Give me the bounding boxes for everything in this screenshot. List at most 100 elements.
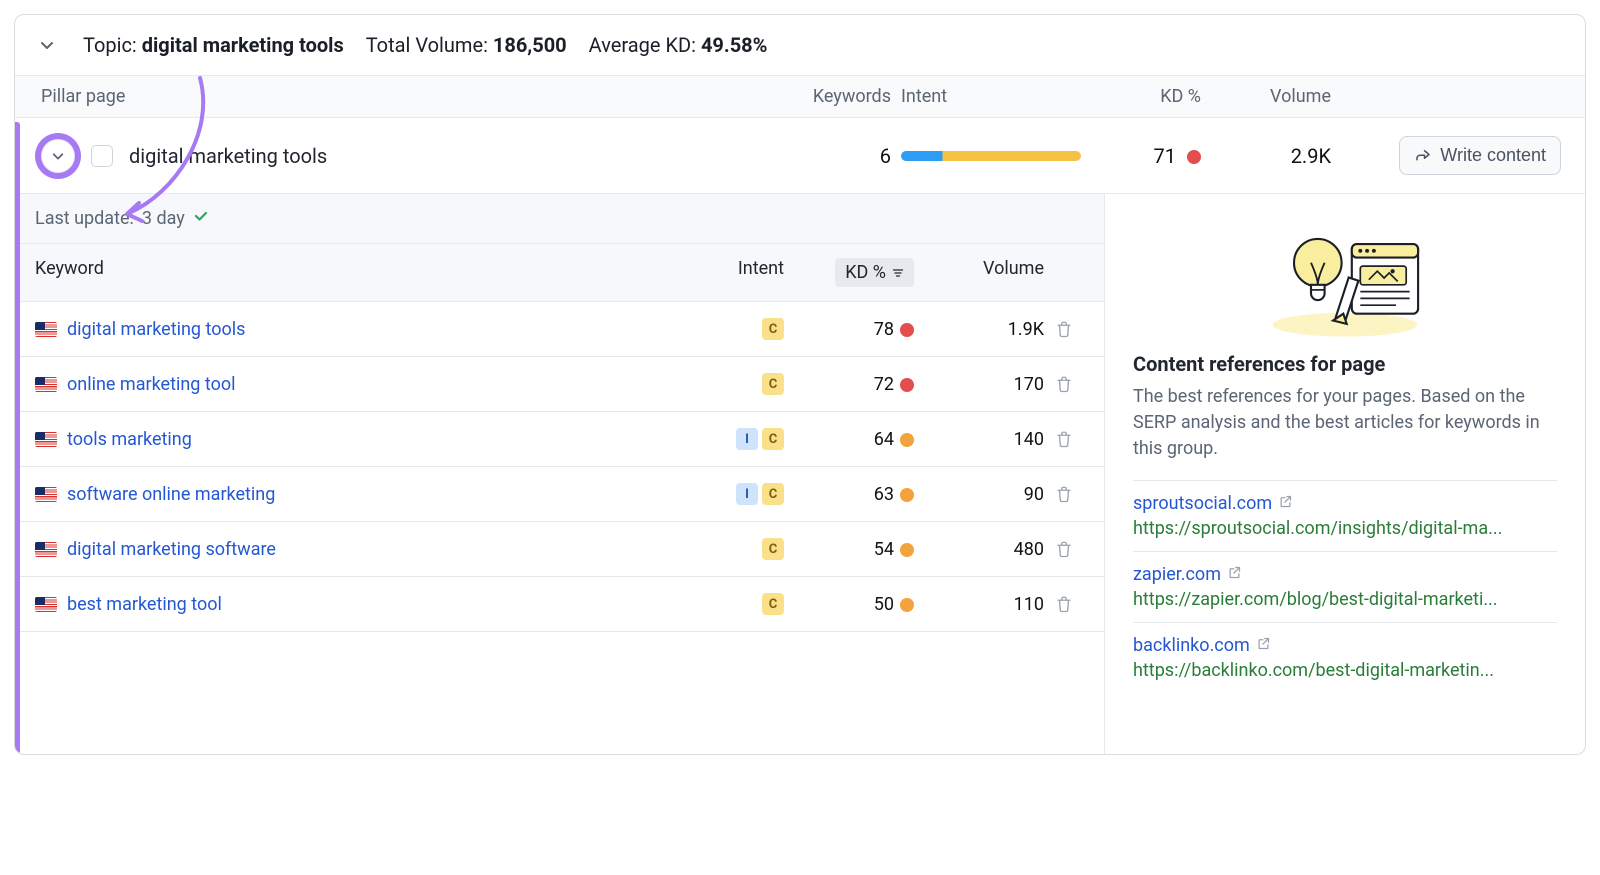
kwcol-kd[interactable]: KD % <box>784 258 914 287</box>
keyword-kd-value: 54 <box>874 539 894 560</box>
keyword-row: software online marketing IC6390 <box>15 467 1104 522</box>
trash-icon <box>1055 430 1073 448</box>
us-flag-icon <box>35 487 57 502</box>
keyword-name-cell: online marketing tool <box>35 374 674 395</box>
kd-dot-icon <box>1187 150 1201 164</box>
avg-kd-value: 49.58% <box>701 33 767 57</box>
delete-keyword-button[interactable] <box>1044 320 1084 338</box>
kd-dot-icon <box>900 598 914 612</box>
pillar-keywords-count: 6 <box>781 144 891 168</box>
pillar-intent-bar <box>901 151 1081 161</box>
reference-url: https://zapier.com/blog/best-digital-mar… <box>1133 589 1557 610</box>
reference-domain-link[interactable]: backlinko.com <box>1133 635 1557 656</box>
topic-value: digital marketing tools <box>142 33 344 57</box>
col-kd: KD % <box>1091 86 1201 107</box>
intent-badge-commercial: C <box>762 428 784 450</box>
keyword-table-panel: Last update: 3 day Keyword Intent KD % <box>15 194 1105 754</box>
pillar-row: digital marketing tools 6 71 2.9K Write … <box>15 118 1585 194</box>
reference-item: backlinko.com https://backlinko.com/best-… <box>1133 622 1557 693</box>
kwcol-volume: Volume <box>914 258 1044 287</box>
keyword-volume: 110 <box>914 594 1044 615</box>
trash-icon <box>1055 375 1073 393</box>
keyword-volume: 170 <box>914 374 1044 395</box>
col-volume: Volume <box>1211 86 1331 107</box>
us-flag-icon <box>35 322 57 337</box>
keyword-row: tools marketingIC64140 <box>15 412 1104 467</box>
intent-badges: IC <box>674 483 784 505</box>
external-link-icon <box>1278 493 1293 514</box>
references-illustration <box>1133 218 1557 338</box>
keyword-row: digital marketing software C 54 480 <box>15 522 1104 577</box>
keyword-kd: 72 <box>784 374 914 395</box>
intent-badge-commercial: C <box>762 318 784 340</box>
us-flag-icon <box>35 432 57 447</box>
intent-badges: C <box>674 538 784 560</box>
keyword-link[interactable]: digital marketing tools <box>67 319 245 340</box>
kd-dot-icon <box>900 543 914 557</box>
delete-keyword-button[interactable] <box>1044 485 1084 503</box>
topic-label: Topic: digital marketing tools <box>83 33 344 57</box>
avg-kd-label: Average KD: 49.58% <box>589 33 768 57</box>
intent-badge-commercial: C <box>762 538 784 560</box>
delete-keyword-button[interactable] <box>1044 595 1084 613</box>
pillar-kd-value: 71 <box>1154 144 1176 168</box>
reference-item: sproutsocial.comhttps://sproutsocial.com… <box>1133 480 1557 551</box>
topic-summary-bar: Topic: digital marketing tools Total Vol… <box>15 15 1585 76</box>
reference-domain-text: sproutsocial.com <box>1133 493 1272 514</box>
keyword-name-cell: software online marketing <box>35 484 674 505</box>
sort-desc-icon <box>892 267 904 279</box>
col-keywords: Keywords <box>781 86 891 107</box>
reference-item: zapier.com https://zapier.com/blog/best-d… <box>1133 551 1557 622</box>
pillar-volume: 2.9K <box>1211 144 1331 168</box>
pillar-kd: 71 <box>1091 144 1201 168</box>
topic-label-text: Topic: <box>83 33 137 57</box>
kd-dot-icon <box>900 323 914 337</box>
intent-badges: IC <box>674 428 784 450</box>
references-title: Content references for page <box>1133 352 1557 376</box>
intent-distribution-bar <box>901 151 1081 161</box>
keyword-volume: 90 <box>914 484 1044 505</box>
intent-badges: C <box>674 593 784 615</box>
keyword-link[interactable]: best marketing tool <box>67 594 222 615</box>
intent-badges: C <box>674 373 784 395</box>
reference-domain-link[interactable]: sproutsocial.com <box>1133 493 1557 514</box>
keyword-name-cell: best marketing tool <box>35 594 674 615</box>
pillar-columns-header: Pillar page Keywords Intent KD % Volume <box>15 76 1585 118</box>
delete-keyword-button[interactable] <box>1044 375 1084 393</box>
keyword-link[interactable]: digital marketing software <box>67 539 276 560</box>
kwcol-keyword: Keyword <box>35 258 674 287</box>
keyword-kd: 50 <box>784 594 914 615</box>
pillar-title: digital marketing tools <box>129 144 327 168</box>
kd-dot-icon <box>900 433 914 447</box>
keyword-kd: 78 <box>784 319 914 340</box>
keyword-kd-value: 72 <box>874 374 894 395</box>
keyword-kd: 54 <box>784 539 914 560</box>
expand-pillar-button[interactable] <box>41 139 75 173</box>
keyword-name-cell: tools marketing <box>35 429 674 450</box>
total-volume-value: 186,500 <box>493 33 567 57</box>
keyword-link[interactable]: online marketing tool <box>67 374 235 395</box>
collapse-topic-icon[interactable] <box>33 31 61 59</box>
pillar-checkbox[interactable] <box>91 145 113 167</box>
delete-keyword-button[interactable] <box>1044 540 1084 558</box>
write-content-button[interactable]: Write content <box>1399 136 1561 175</box>
references-desc: The best references for your pages. Base… <box>1133 384 1557 462</box>
keyword-link[interactable]: software online marketing <box>67 484 275 505</box>
reference-domain-link[interactable]: zapier.com <box>1133 564 1557 585</box>
external-link-icon <box>1256 635 1271 656</box>
trash-icon <box>1055 595 1073 613</box>
keyword-row: best marketing tool C50110 <box>15 577 1104 632</box>
topic-cluster-panel: Topic: digital marketing tools Total Vol… <box>14 14 1586 755</box>
us-flag-icon <box>35 597 57 612</box>
keyword-volume: 480 <box>914 539 1044 560</box>
keyword-kd: 64 <box>784 429 914 450</box>
accent-line <box>15 122 20 754</box>
us-flag-icon <box>35 377 57 392</box>
keyword-link[interactable]: tools marketing <box>67 429 192 450</box>
content-references-panel: Content references for page The best ref… <box>1105 194 1585 754</box>
reference-list: sproutsocial.comhttps://sproutsocial.com… <box>1133 480 1557 693</box>
total-volume-label: Total Volume: 186,500 <box>366 33 567 57</box>
keyword-kd: 63 <box>784 484 914 505</box>
reference-url: https://backlinko.com/best-digital-marke… <box>1133 660 1557 681</box>
delete-keyword-button[interactable] <box>1044 430 1084 448</box>
